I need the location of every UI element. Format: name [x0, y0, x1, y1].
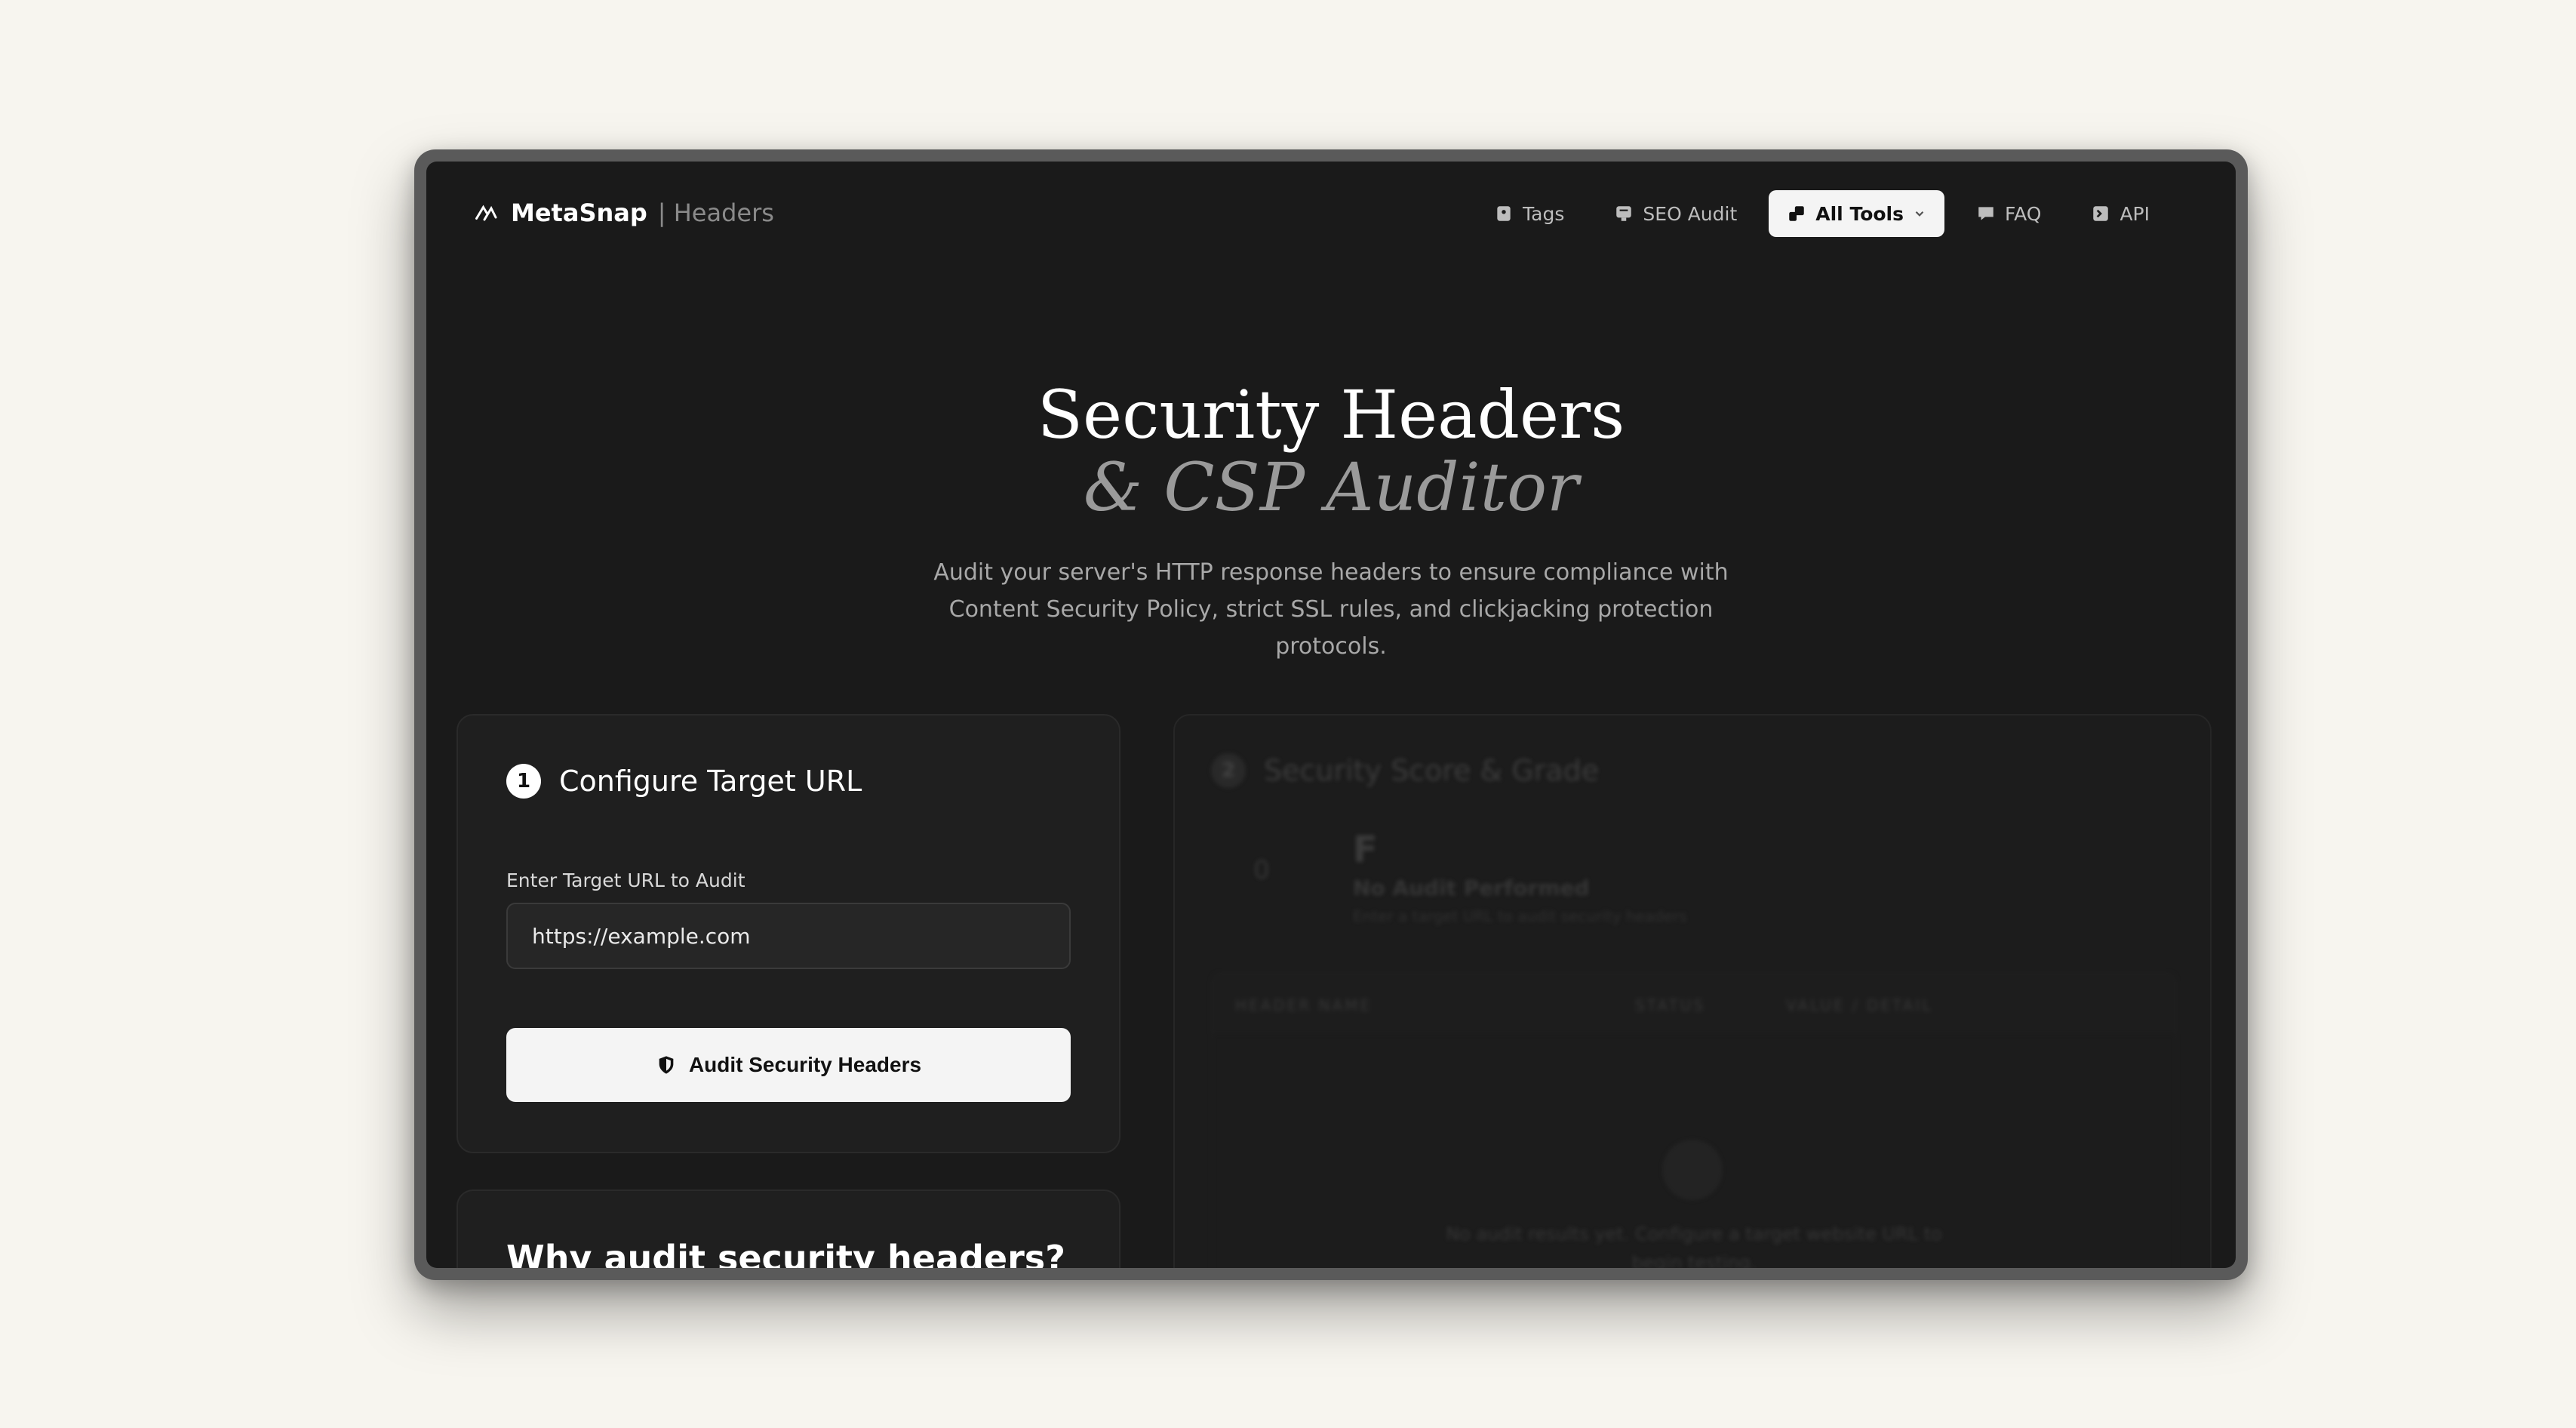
brand-section: | Headers: [657, 199, 774, 227]
why-title: Why audit security headers?: [506, 1238, 1065, 1268]
score-step-number: 2: [1211, 753, 1246, 788]
tools-icon: [1789, 206, 1805, 221]
app-screen: MetaSnap | Headers Tags SEO Audit All To…: [426, 162, 2236, 1268]
empty-state-text: No audit results yet. Configure a target…: [1446, 1223, 1942, 1268]
device-frame: MetaSnap | Headers Tags SEO Audit All To…: [414, 149, 2248, 1280]
tag-icon: [1497, 206, 1511, 221]
url-input[interactable]: [506, 903, 1071, 969]
step-header: 1 Configure Target URL: [506, 764, 862, 799]
top-nav: Tags SEO Audit All Tools FAQ API: [1476, 190, 2168, 237]
table-header: HEADER NAME STATUS VALUE / DETAIL: [1213, 974, 2175, 1034]
url-field-label: Enter Target URL to Audit: [506, 869, 745, 891]
nav-item-label: SEO Audit: [1643, 202, 1738, 225]
logo-icon: [475, 205, 497, 221]
page-title: Security Headers: [1037, 376, 1625, 454]
audit-button-label: Audit Security Headers: [688, 1053, 922, 1076]
nav-item-label: FAQ: [2005, 202, 2042, 225]
nav-item-all-tools[interactable]: All Tools: [1769, 190, 1944, 237]
brand-name: MetaSnap: [511, 199, 647, 227]
column-header-name: HEADER NAME: [1235, 996, 1373, 1014]
terminal-icon: [2093, 206, 2109, 221]
nav-item-label: API: [2120, 202, 2150, 225]
grade-note: Enter a target URL to audit security hea…: [1353, 907, 1687, 925]
step-number: 1: [506, 764, 541, 799]
score-card: 2 Security Score & Grade 0 F No Audit Pe…: [1173, 714, 2212, 1268]
nav-item-label: Tags: [1523, 202, 1565, 225]
column-header-status: STATUS: [1635, 996, 1706, 1014]
nav-item-tags[interactable]: Tags: [1476, 190, 1582, 237]
score-step-header: 2 Security Score & Grade: [1211, 753, 1599, 788]
card-title: Configure Target URL: [559, 765, 862, 798]
configure-card: 1 Configure Target URL Enter Target URL …: [456, 714, 1120, 1153]
grade-letter: F: [1353, 829, 1378, 871]
nav-item-api[interactable]: API: [2073, 190, 2168, 237]
nav-item-label: All Tools: [1815, 202, 1904, 225]
chevron-down-icon: [1915, 211, 1924, 217]
faq-icon: [1978, 207, 1993, 220]
page-subtitle: & CSP Auditor: [1083, 448, 1579, 526]
grade-label: No Audit Performed: [1353, 876, 1590, 900]
audit-button[interactable]: Audit Security Headers: [506, 1028, 1071, 1102]
nav-item-faq[interactable]: FAQ: [1958, 190, 2059, 237]
seo-audit-icon: [1616, 206, 1632, 221]
shield-icon: [659, 1056, 674, 1074]
nav-item-seo-audit[interactable]: SEO Audit: [1596, 190, 1755, 237]
score-title: Security Score & Grade: [1264, 754, 1600, 787]
empty-state-icon: [1662, 1140, 1723, 1200]
score-gauge: 0: [1253, 855, 1270, 885]
why-card: Why audit security headers?: [456, 1189, 1120, 1268]
column-header-value: VALUE / DETAIL: [1786, 996, 1933, 1014]
results-table: HEADER NAME STATUS VALUE / DETAIL No aud…: [1211, 972, 2177, 1268]
brand[interactable]: MetaSnap | Headers: [473, 190, 774, 235]
page-description: Audit your server's HTTP response header…: [933, 559, 1729, 660]
